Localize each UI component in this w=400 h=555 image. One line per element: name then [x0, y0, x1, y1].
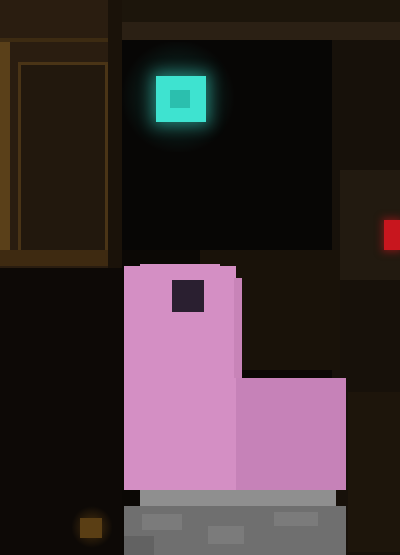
stone-tile — [208, 526, 244, 544]
red-light-icon — [384, 220, 400, 250]
gem-core — [170, 90, 190, 108]
stone-tile — [274, 512, 318, 526]
stone-tile — [124, 536, 154, 555]
ember-icon — [80, 518, 102, 538]
wall-trim-bottom — [0, 250, 112, 266]
ceiling-beam — [122, 22, 400, 40]
character-eye-icon — [172, 280, 204, 312]
stone-tile — [142, 514, 182, 530]
character-head-shade — [234, 278, 242, 378]
wall-lower-right — [348, 392, 400, 552]
game-scene[interactable] — [0, 0, 400, 555]
wall-panel-inner — [18, 62, 108, 254]
wall-trim-left — [0, 40, 10, 262]
character-body-shade — [236, 378, 346, 490]
stone-block-icon — [124, 506, 346, 555]
wall-trim-top — [0, 38, 112, 42]
